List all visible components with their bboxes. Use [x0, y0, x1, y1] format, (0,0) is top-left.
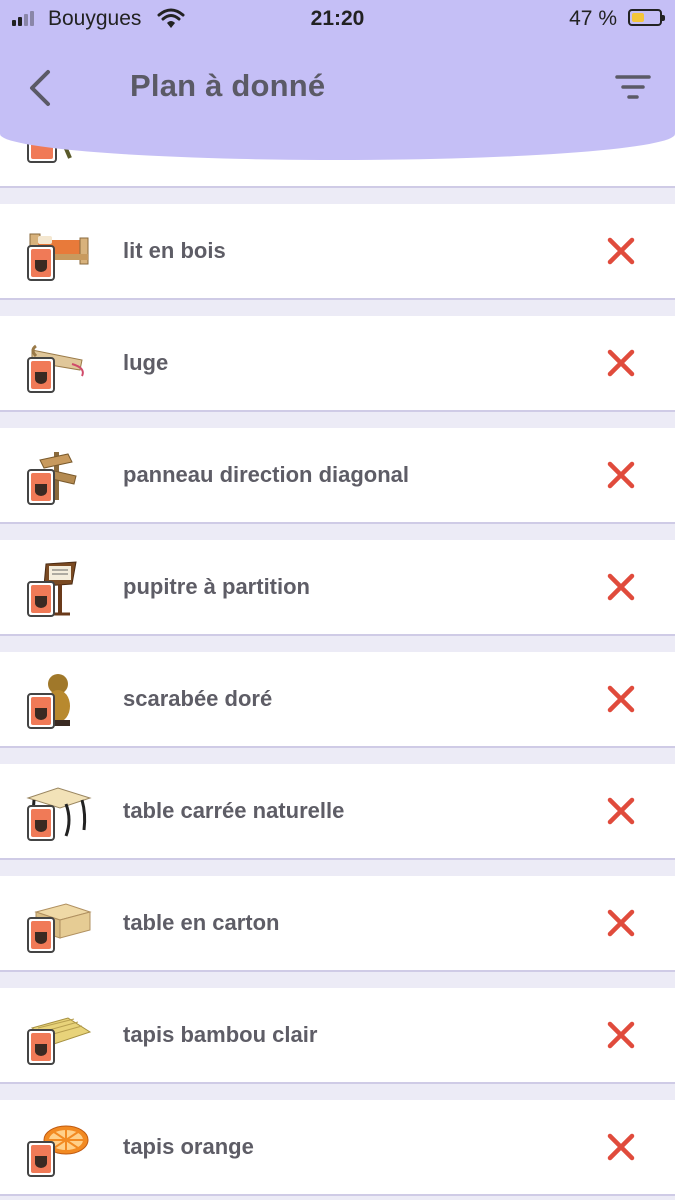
- remove-icon[interactable]: [607, 1133, 635, 1161]
- direction-sign-icon: [22, 448, 92, 508]
- remove-icon[interactable]: [607, 1021, 635, 1049]
- list-item[interactable]: lit en bois: [0, 204, 675, 300]
- filter-icon: [615, 75, 651, 99]
- page-title: Plan à donné: [130, 68, 326, 103]
- list-item[interactable]: pupitre à partition: [0, 540, 675, 636]
- item-label: pupitre à partition: [123, 574, 310, 599]
- golden-beetle-icon: [22, 672, 92, 732]
- remove-icon[interactable]: [607, 349, 635, 377]
- item-label: scarabée doré: [123, 686, 273, 711]
- orange-rug-icon: [22, 1120, 92, 1180]
- item-label: table carrée naturelle: [123, 798, 345, 823]
- list-item[interactable]: tapis orange: [0, 1100, 675, 1196]
- chevron-left-icon: [30, 70, 50, 106]
- sled-icon: [22, 336, 92, 396]
- list-item[interactable]: table carrée naturelle: [0, 764, 675, 860]
- item-label: table en carton: [123, 910, 280, 935]
- list-item[interactable]: luge: [0, 316, 675, 412]
- back-button[interactable]: [22, 66, 62, 110]
- item-label: panneau direction diagonal: [123, 462, 410, 487]
- list-item[interactable]: scarabée doré: [0, 652, 675, 748]
- list-item[interactable]: panneau direction diagonal: [0, 428, 675, 524]
- remove-icon[interactable]: [607, 685, 635, 713]
- remove-icon[interactable]: [607, 237, 635, 265]
- bamboo-rug-icon: [22, 1008, 92, 1068]
- remove-icon[interactable]: [607, 461, 635, 489]
- item-label: tapis orange: [123, 1134, 254, 1159]
- square-table-icon: [22, 784, 92, 844]
- remove-icon[interactable]: [607, 573, 635, 601]
- music-stand-icon: [22, 560, 92, 620]
- remove-icon[interactable]: [607, 154, 635, 182]
- battery-percent: 47 %: [569, 7, 617, 30]
- remove-icon[interactable]: [607, 797, 635, 825]
- list-item[interactable]: table en carton: [0, 876, 675, 972]
- status-bar: Bouygues 21:20 47 %: [0, 0, 675, 38]
- item-label: luge: [123, 350, 169, 375]
- remove-icon[interactable]: [607, 909, 635, 937]
- wooden-bed-icon: [22, 224, 92, 284]
- cardboard-table-icon: [22, 896, 92, 956]
- list-item[interactable]: tapis bambou clair: [0, 988, 675, 1084]
- filter-button[interactable]: [613, 70, 653, 106]
- item-label: tapis bambou clair: [123, 1022, 318, 1047]
- battery-icon: [628, 9, 665, 26]
- item-label: lit en bois: [123, 238, 226, 263]
- app-header: Bouygues 21:20 47 % Plan à donné: [0, 0, 675, 160]
